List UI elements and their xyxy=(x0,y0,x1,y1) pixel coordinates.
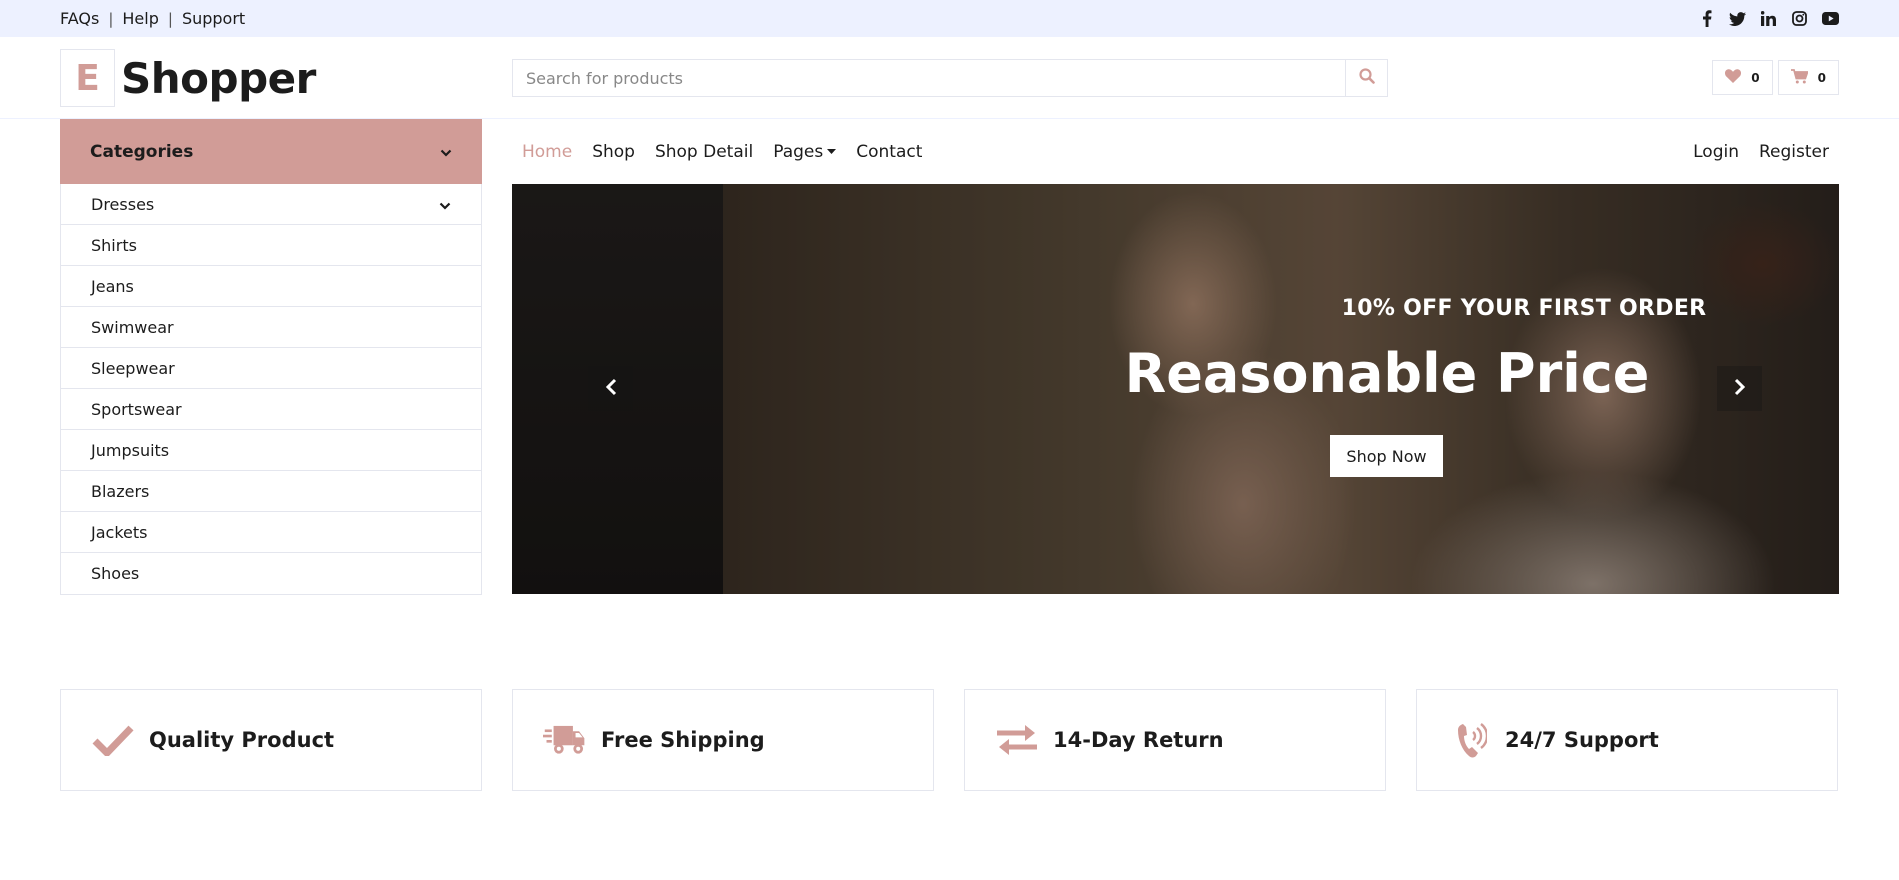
login-link[interactable]: Login xyxy=(1693,142,1739,162)
header-actions: 0 0 xyxy=(1712,60,1839,95)
wishlist-count: 0 xyxy=(1751,70,1760,85)
wishlist-button[interactable]: 0 xyxy=(1712,60,1773,95)
category-label: Swimwear xyxy=(91,317,174,337)
feature-label: 24/7 Support xyxy=(1505,728,1659,752)
category-label: Shoes xyxy=(91,564,140,583)
nav-contact[interactable]: Contact xyxy=(856,142,922,162)
hero-caption: 10% OFF YOUR FIRST ORDER Reasonable Pric… xyxy=(512,184,1839,594)
category-item-shoes[interactable]: Shoes xyxy=(61,553,481,594)
feature-label: 14-Day Return xyxy=(1053,728,1224,752)
facebook-icon[interactable] xyxy=(1698,10,1715,27)
chevron-left-icon xyxy=(605,378,617,400)
topbar-links: FAQs | Help | Support xyxy=(60,0,245,37)
category-item-sleepwear[interactable]: Sleepwear xyxy=(61,348,481,389)
feature-24-7-support: 24/7 Support xyxy=(1416,689,1838,791)
category-item-shirts[interactable]: Shirts xyxy=(61,225,481,266)
cart-count: 0 xyxy=(1817,70,1826,85)
category-item-jackets[interactable]: Jackets xyxy=(61,512,481,553)
cart-button[interactable]: 0 xyxy=(1777,60,1839,95)
exchange-icon xyxy=(995,718,1039,762)
search-bar xyxy=(512,59,1388,97)
shopping-cart-icon xyxy=(1790,68,1809,87)
category-label: Blazers xyxy=(91,481,150,501)
hero-carousel: 10% OFF YOUR FIRST ORDER Reasonable Pric… xyxy=(512,184,1839,594)
logo-letter: E xyxy=(60,49,115,107)
separator: | xyxy=(167,9,173,28)
twitter-icon[interactable] xyxy=(1729,10,1746,27)
caret-down-icon xyxy=(827,148,837,155)
logo[interactable]: E Shopper xyxy=(60,49,316,107)
search-icon xyxy=(1358,68,1375,88)
chevron-down-icon xyxy=(440,142,452,162)
feature-14-day-return: 14-Day Return xyxy=(964,689,1386,791)
instagram-icon[interactable] xyxy=(1791,10,1808,27)
heart-icon xyxy=(1725,69,1742,86)
category-label: Jeans xyxy=(91,276,134,296)
register-link[interactable]: Register xyxy=(1759,142,1829,162)
nav-pages-label: Pages xyxy=(773,141,824,162)
check-icon xyxy=(91,718,135,762)
auth-links: Login Register xyxy=(1693,142,1829,162)
phone-volume-icon xyxy=(1447,718,1491,762)
category-label: Jumpsuits xyxy=(91,440,170,460)
categories-title: Categories xyxy=(90,141,194,162)
feature-quality-product: Quality Product xyxy=(60,689,482,791)
nav-home[interactable]: Home xyxy=(522,142,572,162)
categories-toggle[interactable]: Categories xyxy=(60,119,482,184)
features-row: Quality Product Free Shipping 14-Day Ret… xyxy=(60,689,1839,791)
chevron-right-icon xyxy=(1734,378,1746,400)
logo-text: Shopper xyxy=(121,53,316,103)
top-bar: FAQs | Help | Support xyxy=(0,0,1899,37)
faqs-link[interactable]: FAQs xyxy=(60,9,99,28)
category-label: Jackets xyxy=(91,522,148,542)
carousel-prev-button[interactable] xyxy=(588,366,633,411)
feature-label: Free Shipping xyxy=(601,728,765,752)
category-item-sportswear[interactable]: Sportswear xyxy=(61,389,481,430)
category-label: Dresses xyxy=(91,194,155,214)
help-link[interactable]: Help xyxy=(122,9,158,28)
shipping-fast-icon xyxy=(543,718,587,762)
shop-now-button[interactable]: Shop Now xyxy=(1330,435,1443,477)
chevron-down-icon xyxy=(439,195,451,214)
search-button[interactable] xyxy=(1345,60,1387,96)
category-item-blazers[interactable]: Blazers xyxy=(61,471,481,512)
main-nav: Home Shop Shop Detail Pages Contact Logi… xyxy=(522,119,1839,184)
support-link[interactable]: Support xyxy=(182,9,245,28)
category-item-swimwear[interactable]: Swimwear xyxy=(61,307,481,348)
hero-subtitle: 10% OFF YOUR FIRST ORDER xyxy=(1341,296,1707,321)
linkedin-icon[interactable] xyxy=(1760,10,1777,27)
search-input[interactable] xyxy=(513,60,1345,96)
categories-list: Dresses Shirts Jeans Swimwear Sleepwear … xyxy=(60,184,482,595)
hero-title: Reasonable Price xyxy=(1124,342,1650,405)
social-links xyxy=(1698,0,1839,37)
separator: | xyxy=(108,9,114,28)
feature-label: Quality Product xyxy=(149,728,335,752)
youtube-icon[interactable] xyxy=(1822,10,1839,27)
nav-pages[interactable]: Pages xyxy=(773,141,837,162)
category-label: Sportswear xyxy=(91,399,182,419)
category-label: Shirts xyxy=(91,235,137,255)
nav-shop-detail[interactable]: Shop Detail xyxy=(655,142,753,162)
category-label: Sleepwear xyxy=(91,358,175,378)
category-item-jumpsuits[interactable]: Jumpsuits xyxy=(61,430,481,471)
site-header: E Shopper 0 0 xyxy=(0,37,1899,119)
feature-free-shipping: Free Shipping xyxy=(512,689,934,791)
nav-shop[interactable]: Shop xyxy=(592,142,635,162)
carousel-next-button[interactable] xyxy=(1717,366,1762,411)
category-item-dresses[interactable]: Dresses xyxy=(61,184,481,225)
category-item-jeans[interactable]: Jeans xyxy=(61,266,481,307)
